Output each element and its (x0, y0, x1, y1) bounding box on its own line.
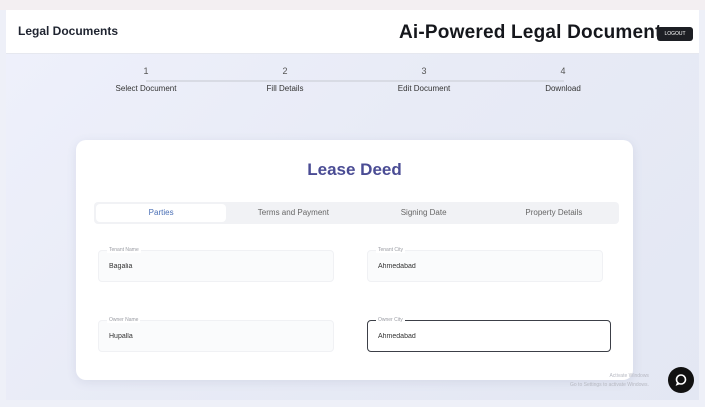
step-number: 1 (143, 66, 149, 76)
owner-city-field[interactable]: Owner City (367, 317, 611, 352)
owner-name-label: Owner Name (107, 317, 141, 323)
owner-name-input[interactable] (109, 333, 309, 340)
chat-bubble-icon (675, 374, 687, 386)
owner-city-input[interactable] (378, 333, 578, 340)
form-card: Lease Deed Parties Terms and Payment Sig… (76, 140, 633, 380)
brand-name[interactable]: Legal Documents (18, 24, 118, 38)
step-edit-document[interactable]: 3 Edit Document (369, 66, 479, 93)
watermark-line-2: Go to Settings to activate Windows. (570, 382, 649, 388)
tab-terms-and-payment[interactable]: Terms and Payment (228, 202, 358, 224)
step-number: 4 (560, 66, 566, 76)
tenant-name-label: Tenant Name (107, 247, 141, 253)
app-header: Legal Documents Ai-Powered Legal Documen… (6, 10, 699, 54)
step-download[interactable]: 4 Download (508, 66, 618, 93)
step-label: Edit Document (397, 84, 451, 93)
chat-button[interactable] (668, 367, 694, 393)
tab-property-details[interactable]: Property Details (489, 202, 619, 224)
document-title: Lease Deed (307, 160, 402, 179)
owner-name-field[interactable]: Owner Name (98, 317, 334, 352)
step-label: Fill Details (266, 84, 304, 93)
tab-signing-date[interactable]: Signing Date (359, 202, 489, 224)
top-border (0, 0, 705, 10)
tenant-name-field[interactable]: Tenant Name (98, 247, 334, 282)
tenant-name-input[interactable] (109, 263, 309, 270)
activation-watermark: Activate Windows Go to Settings to activ… (570, 372, 649, 390)
step-number: 2 (282, 66, 288, 76)
logout-button[interactable]: LOGOUT (657, 27, 693, 41)
step-fill-details[interactable]: 2 Fill Details (230, 66, 340, 93)
tenant-city-field[interactable]: Tenant City (367, 247, 603, 282)
tenant-city-label: Tenant City (376, 247, 406, 253)
main-area: 1 Select Document 2 Fill Details 3 Edit … (6, 54, 699, 400)
owner-city-label: Owner City (376, 317, 405, 323)
progress-stepper: 1 Select Document 2 Fill Details 3 Edit … (6, 66, 699, 106)
stepper-track (146, 80, 564, 82)
watermark-line-1: Activate Windows (609, 373, 649, 379)
app-title: Ai-Powered Legal Documents (399, 22, 673, 43)
form-tabs: Parties Terms and Payment Signing Date P… (94, 202, 619, 224)
step-number: 3 (421, 66, 427, 76)
tab-parties[interactable]: Parties (96, 204, 227, 222)
step-select-document[interactable]: 1 Select Document (91, 66, 201, 93)
tenant-city-input[interactable] (378, 263, 578, 270)
step-label: Select Document (115, 84, 177, 93)
step-label: Download (545, 84, 581, 93)
